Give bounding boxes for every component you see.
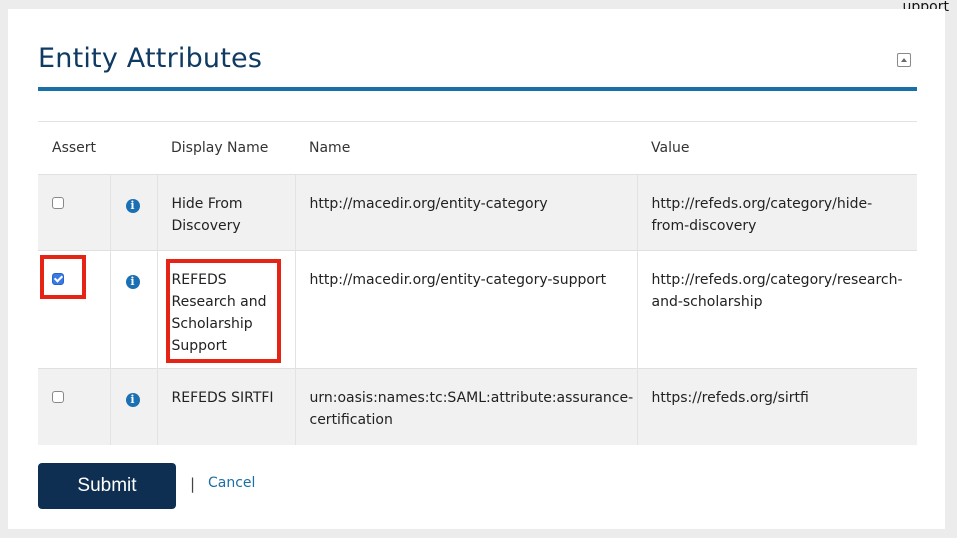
assert-checkbox[interactable]	[52, 391, 64, 403]
table-row: i Hide From Discovery http://macedir.org…	[38, 174, 917, 251]
highlight-box-display-name	[166, 259, 281, 363]
value-cell: https://refeds.org/sirtfi	[636, 368, 917, 445]
info-icon[interactable]: i	[125, 275, 140, 289]
header-info	[110, 121, 157, 175]
display-name-cell: REFEDS SIRTFI	[156, 368, 295, 445]
submit-button[interactable]: Submit	[38, 463, 176, 509]
name-cell: http://macedir.org/entity-category	[294, 174, 637, 251]
cancel-link[interactable]: Cancel	[208, 475, 255, 491]
header-value: Value	[637, 121, 917, 175]
header-name: Name	[295, 121, 637, 175]
name-cell: http://macedir.org/entity-category-suppo…	[294, 250, 637, 369]
header-assert: Assert	[38, 121, 110, 175]
info-icon[interactable]: i	[125, 393, 140, 407]
name-cell: urn:oasis:names:tc:SAML:attribute:assura…	[294, 368, 637, 445]
section-title: Entity Attributes	[38, 43, 263, 74]
table-row: i REFEDS SIRTFI urn:oasis:names:tc:SAML:…	[38, 368, 917, 445]
title-underline	[38, 87, 917, 91]
action-separator: |	[190, 475, 196, 493]
value-cell: http://refeds.org/category/hide-from-dis…	[636, 174, 917, 251]
highlight-box-checkbox	[40, 255, 86, 299]
value-cell: http://refeds.org/category/research-and-…	[636, 250, 917, 369]
table-header-row: Assert Display Name Name Value	[38, 121, 917, 175]
entity-attributes-panel: Entity Attributes Assert Display Name Na…	[8, 9, 945, 529]
collapse-icon[interactable]	[897, 53, 911, 67]
assert-checkbox[interactable]	[52, 197, 64, 209]
header-display-name: Display Name	[157, 121, 295, 175]
info-icon[interactable]: i	[125, 199, 140, 213]
display-name-cell: Hide From Discovery	[156, 174, 295, 251]
